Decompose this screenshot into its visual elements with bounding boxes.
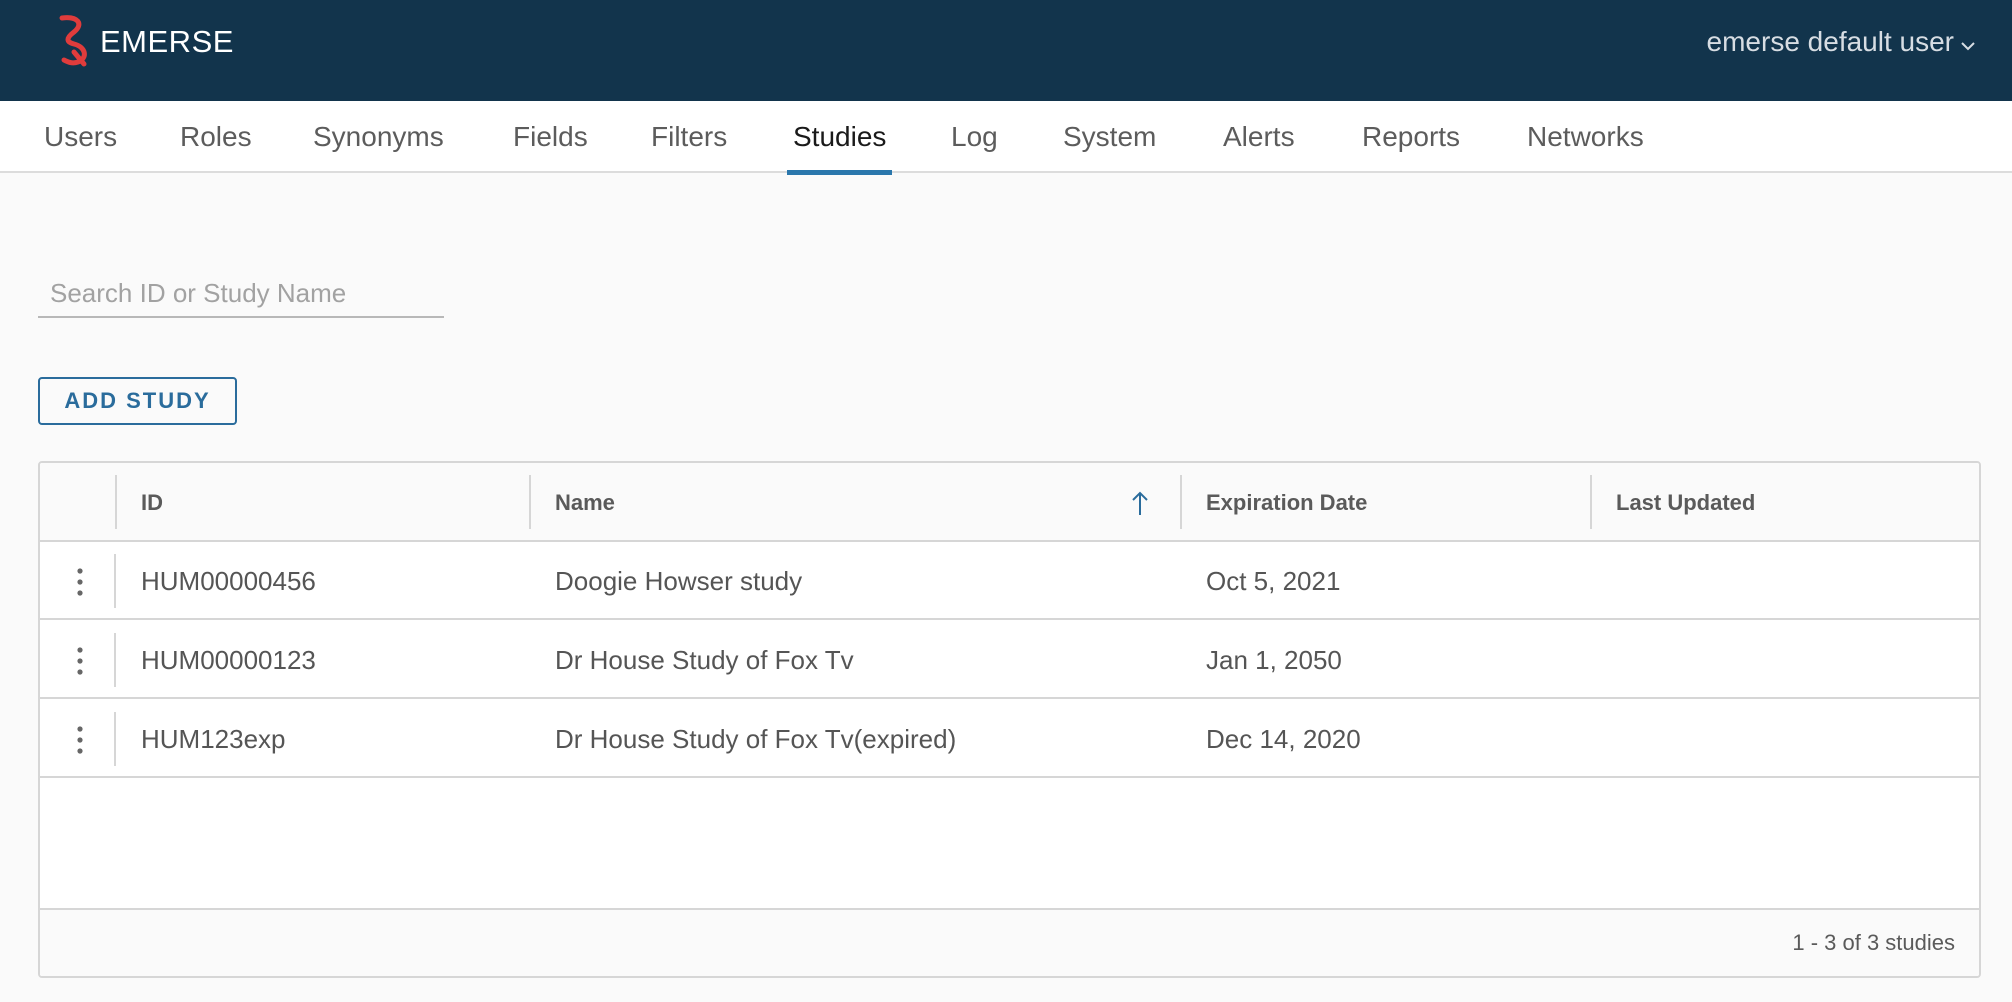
- table-row[interactable]: HUM00000456 Doogie Howser study Oct 5, 2…: [40, 542, 1979, 620]
- cell-expiration-date: Dec 14, 2020: [1206, 724, 1361, 754]
- cell-id: HUM123exp: [141, 724, 286, 754]
- grid-header: ID Name Expiration Date Last Updated: [40, 463, 1979, 542]
- pagination-summary: 1 - 3 of 3 studies: [1792, 930, 1955, 955]
- cell-expiration-date: Oct 5, 2021: [1206, 566, 1341, 596]
- tab-users[interactable]: Users: [44, 101, 117, 173]
- search-input[interactable]: [38, 270, 444, 318]
- tab-roles[interactable]: Roles: [180, 101, 252, 173]
- cell-name: Dr House Study of Fox Tv(expired): [555, 724, 957, 754]
- column-header-id[interactable]: ID: [141, 463, 163, 542]
- app-name: EMERSE: [100, 24, 234, 59]
- chevron-down-icon: [1954, 26, 1976, 58]
- cell-expiration-date: Jan 1, 2050: [1206, 645, 1342, 675]
- row-actions-icon[interactable]: [62, 564, 98, 600]
- user-menu[interactable]: emerse default user: [1707, 24, 1976, 60]
- tab-fields[interactable]: Fields: [513, 101, 588, 173]
- app-header: EMERSE emerse default user: [0, 0, 2012, 101]
- tab-networks[interactable]: Networks: [1527, 101, 1644, 173]
- emerse-logo-icon: [52, 12, 96, 73]
- app-logo[interactable]: EMERSE: [52, 14, 234, 70]
- grid-footer: 1 - 3 of 3 studies: [40, 908, 1979, 976]
- tab-log[interactable]: Log: [951, 101, 998, 173]
- cell-name: Dr House Study of Fox Tv: [555, 645, 854, 675]
- tab-studies[interactable]: Studies: [786, 101, 893, 175]
- cell-id: HUM00000456: [141, 566, 316, 596]
- column-separator[interactable]: [1180, 475, 1182, 529]
- column-header-expiration-date[interactable]: Expiration Date: [1206, 463, 1367, 542]
- admin-tab-bar: Users Roles Synonyms Fields Filters Stud…: [0, 101, 2012, 175]
- row-separator: [114, 712, 116, 766]
- row-actions-icon[interactable]: [62, 643, 98, 679]
- cell-name: Doogie Howser study: [555, 566, 803, 596]
- cell-id: HUM00000123: [141, 645, 316, 675]
- add-study-button[interactable]: ADD STUDY: [38, 377, 237, 425]
- tab-synonyms[interactable]: Synonyms: [313, 101, 444, 173]
- column-separator[interactable]: [1590, 475, 1592, 529]
- table-row[interactable]: HUM00000123 Dr House Study of Fox Tv Jan…: [40, 621, 1979, 699]
- sort-ascending-icon[interactable]: [1130, 489, 1150, 517]
- column-header-name[interactable]: Name: [555, 463, 615, 542]
- tab-filters[interactable]: Filters: [651, 101, 727, 173]
- tab-reports[interactable]: Reports: [1362, 101, 1460, 173]
- tab-alerts[interactable]: Alerts: [1223, 101, 1295, 173]
- table-row[interactable]: HUM123exp Dr House Study of Fox Tv(expir…: [40, 700, 1979, 778]
- row-separator: [114, 633, 116, 687]
- tab-system[interactable]: System: [1063, 101, 1156, 173]
- column-separator[interactable]: [115, 475, 117, 529]
- column-separator[interactable]: [529, 475, 531, 529]
- row-separator: [114, 554, 116, 608]
- column-header-last-updated[interactable]: Last Updated: [1616, 463, 1755, 542]
- studies-grid: ID Name Expiration Date Last Updated HUM…: [38, 461, 1981, 978]
- row-actions-icon[interactable]: [62, 722, 98, 758]
- user-name: emerse default user: [1706, 26, 1954, 57]
